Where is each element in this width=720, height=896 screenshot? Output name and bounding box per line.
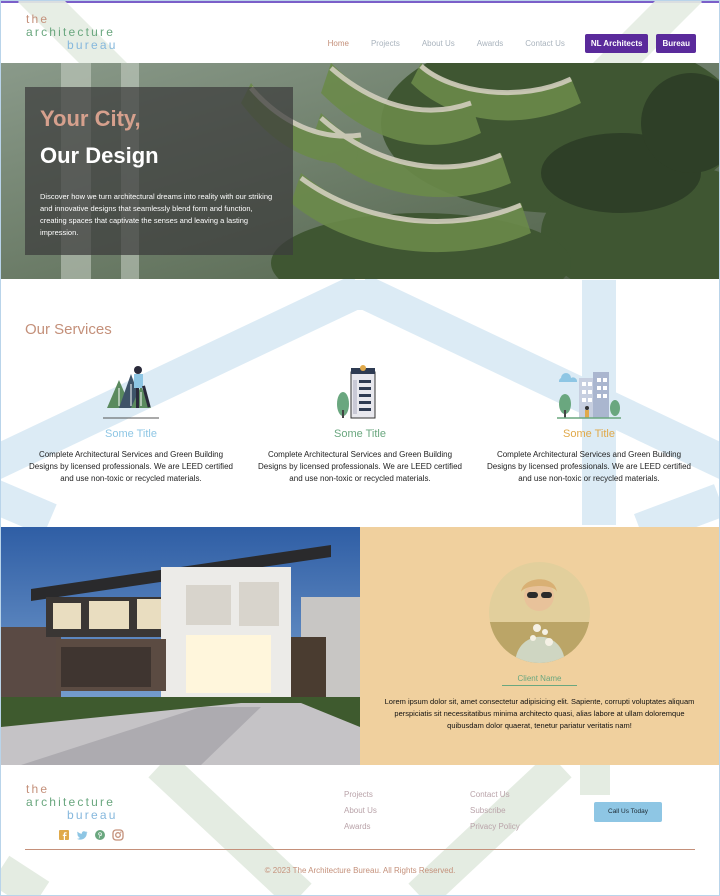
service-illustration-2 — [256, 362, 464, 420]
call-us-today-button[interactable]: Call Us Today — [594, 802, 662, 822]
client-avatar — [489, 562, 590, 663]
footer-link-contact-us[interactable]: Contact Us — [470, 790, 520, 806]
services-heading: Our Services — [25, 321, 112, 338]
service-card-2: Some Title Complete Architectural Servic… — [256, 362, 464, 485]
footer-link-awards[interactable]: Awards — [344, 822, 377, 838]
hero-banner — [1, 63, 719, 279]
footer-link-projects[interactable]: Projects — [344, 790, 377, 806]
site-logo[interactable]: the architecture bureau — [26, 13, 118, 52]
service-text-2: Complete Architectural Services and Gree… — [258, 450, 462, 483]
hero-title-line1: Your City, — [40, 106, 141, 131]
footer-link-about-us[interactable]: About Us — [344, 806, 377, 822]
twitter-icon[interactable] — [76, 828, 88, 840]
facebook-icon[interactable] — [58, 828, 70, 840]
service-illustration-1 — [27, 362, 235, 420]
nl-architects-button[interactable]: NL Architects — [584, 34, 649, 53]
service-illustration-3 — [485, 362, 693, 420]
footer-logo[interactable]: the architecture bureau — [26, 783, 118, 822]
logo-line-bureau: bureau — [67, 38, 118, 52]
service-title-3: Some Title — [563, 428, 615, 440]
footer-divider — [25, 849, 695, 850]
hero-description: Discover how we turn architectural dream… — [40, 192, 273, 237]
footer-logo-line-bureau: bureau — [67, 808, 118, 822]
footer-links-col-1: Projects About Us Awards — [344, 790, 377, 838]
pinterest-icon[interactable] — [94, 828, 106, 840]
testimonial-section: Client Name Lorem ipsum dolor sit, amet … — [360, 527, 719, 765]
nav-awards[interactable]: Awards — [477, 39, 504, 48]
hero-title-line2: Our Design — [40, 143, 159, 168]
nav-contact-us[interactable]: Contact Us — [525, 39, 565, 48]
service-card-3: Some Title Complete Architectural Servic… — [485, 362, 693, 485]
service-text-3: Complete Architectural Services and Gree… — [487, 450, 691, 483]
copyright-text: © 2023 The Architecture Bureau. All Righ… — [264, 866, 456, 875]
footer-link-privacy-policy[interactable]: Privacy Policy — [470, 822, 520, 838]
nav-home[interactable]: Home — [322, 39, 355, 65]
service-title-2: Some Title — [334, 428, 386, 440]
bureau-button[interactable]: Bureau — [656, 34, 696, 53]
social-links — [58, 828, 130, 841]
nav-about-us[interactable]: About Us — [422, 39, 455, 48]
client-name: Client Name — [502, 674, 577, 686]
site-header: the architecture bureau Home Projects Ab… — [0, 3, 720, 65]
footer-link-subscribe[interactable]: Subscribe — [470, 806, 520, 822]
service-card-1: Some Title Complete Architectural Servic… — [27, 362, 235, 485]
main-nav: Home Projects About Us Awards Contact Us… — [306, 34, 696, 65]
modern-house-image — [1, 527, 360, 765]
nav-projects[interactable]: Projects — [371, 39, 400, 48]
footer-links-col-2: Contact Us Subscribe Privacy Policy — [470, 790, 520, 838]
instagram-icon[interactable] — [112, 828, 124, 841]
service-text-1: Complete Architectural Services and Gree… — [29, 450, 233, 483]
testimonial-quote: Lorem ipsum dolor sit, amet consectetur … — [384, 697, 695, 730]
service-title-1: Some Title — [105, 428, 157, 440]
